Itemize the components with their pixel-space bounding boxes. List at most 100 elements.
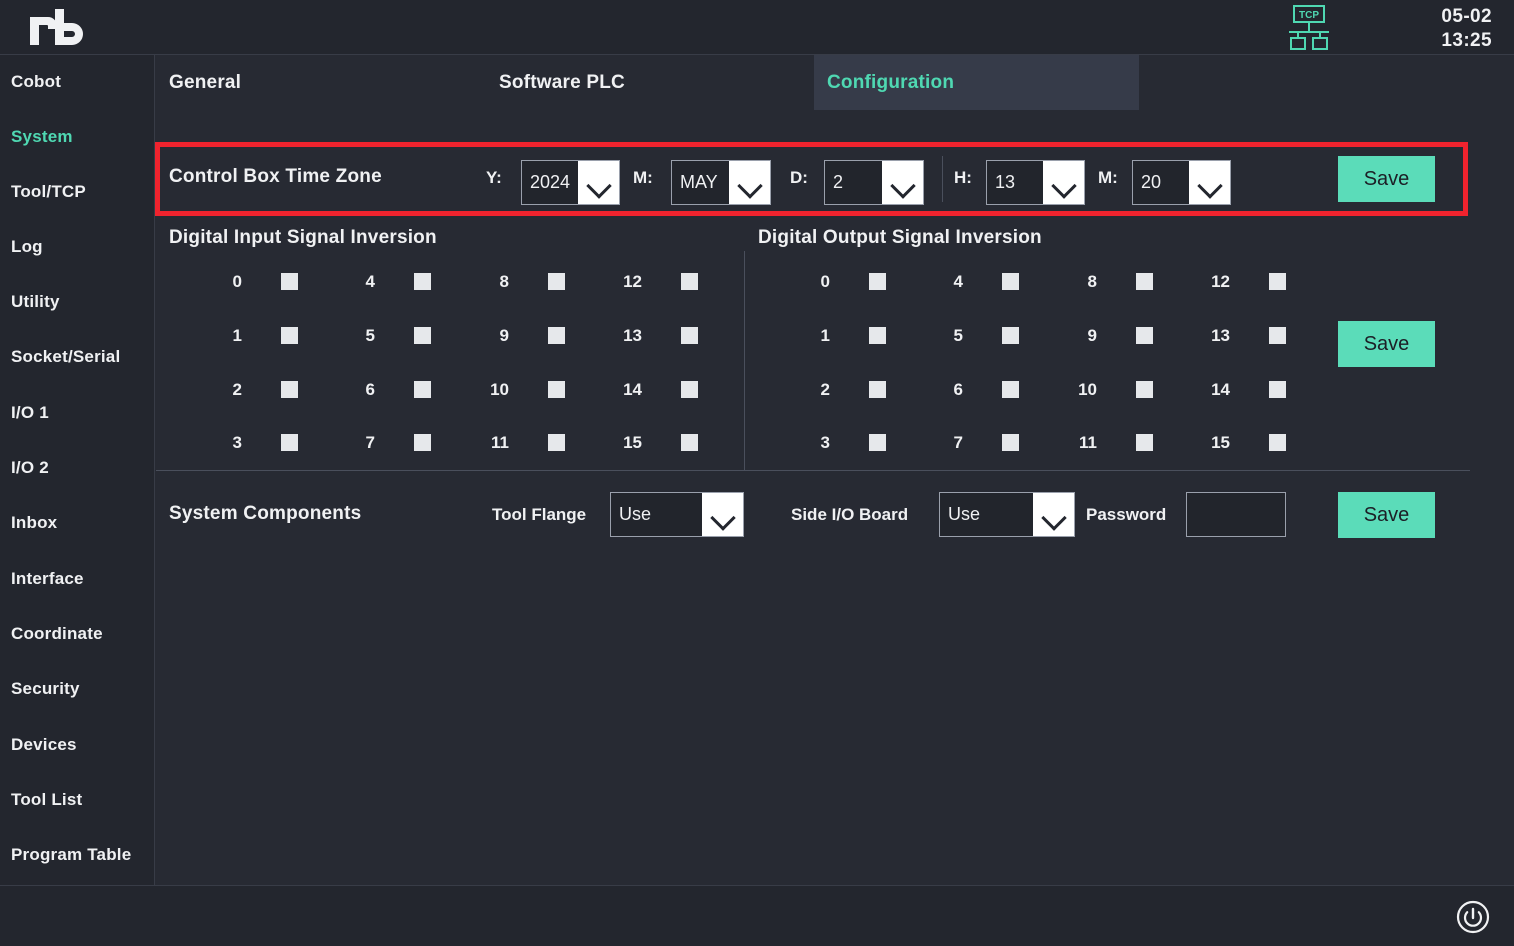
svg-text:TCP: TCP xyxy=(1299,10,1319,21)
tool-flange-dropdown[interactable]: Use xyxy=(610,492,744,537)
do-checkbox-12[interactable] xyxy=(1269,273,1286,290)
do-checkbox-7[interactable] xyxy=(1002,434,1019,451)
sidebar-item-log[interactable]: Log xyxy=(11,237,43,257)
year-dropdown[interactable]: 2024 xyxy=(521,160,620,205)
di-label-7: 7 xyxy=(365,433,375,452)
sidebar-item-io-1[interactable]: I/O 1 xyxy=(11,403,49,423)
tab-bar: General Software PLC Configuration xyxy=(156,55,1514,110)
tab-software-plc[interactable]: Software PLC xyxy=(486,55,814,110)
di-checkbox-13[interactable] xyxy=(681,327,698,344)
power-icon[interactable] xyxy=(1455,899,1491,935)
day-label: D: xyxy=(790,168,808,187)
minute-label: M: xyxy=(1098,168,1118,187)
password-field[interactable] xyxy=(1186,492,1286,537)
sidebar-item-socket-serial[interactable]: Socket/Serial xyxy=(11,347,120,367)
minute-dropdown[interactable]: 20 xyxy=(1132,160,1231,205)
di-checkbox-8[interactable] xyxy=(548,273,565,290)
do-checkbox-8[interactable] xyxy=(1136,273,1153,290)
di-label-0: 0 xyxy=(232,272,242,291)
day-value: 2 xyxy=(825,161,882,204)
do-checkbox-10[interactable] xyxy=(1136,381,1153,398)
di-label-15: 15 xyxy=(623,433,642,452)
save-system-components-button[interactable]: Save xyxy=(1338,492,1435,538)
clock-time: 13:25 xyxy=(1441,30,1492,51)
di-label-11: 11 xyxy=(491,433,509,452)
di-checkbox-6[interactable] xyxy=(414,381,431,398)
sidebar-item-coordinate[interactable]: Coordinate xyxy=(11,624,103,644)
do-label-14: 14 xyxy=(1211,380,1230,399)
side-io-board-dropdown[interactable]: Use xyxy=(939,492,1075,537)
di-label-9: 9 xyxy=(499,326,509,345)
top-bar: TCP 05-02 13:25 xyxy=(0,0,1514,55)
do-checkbox-11[interactable] xyxy=(1136,434,1153,451)
tcp-network-icon[interactable]: TCP xyxy=(1281,5,1337,51)
do-checkbox-9[interactable] xyxy=(1136,327,1153,344)
sidebar-item-tool-tcp[interactable]: Tool/TCP xyxy=(11,182,86,202)
day-dropdown[interactable]: 2 xyxy=(824,160,924,205)
sidebar-item-cobot[interactable]: Cobot xyxy=(11,72,61,92)
do-label-8: 8 xyxy=(1087,272,1097,291)
save-io-inversion-button[interactable]: Save xyxy=(1338,321,1435,367)
do-label-2: 2 xyxy=(820,380,830,399)
do-checkbox-13[interactable] xyxy=(1269,327,1286,344)
do-checkbox-0[interactable] xyxy=(869,273,886,290)
di-checkbox-10[interactable] xyxy=(548,381,565,398)
sidebar-item-io-2[interactable]: I/O 2 xyxy=(11,458,49,478)
di-checkbox-15[interactable] xyxy=(681,434,698,451)
sidebar-item-system[interactable]: System xyxy=(11,127,73,147)
di-checkbox-1[interactable] xyxy=(281,327,298,344)
sidebar-item-program-table[interactable]: Program Table xyxy=(11,845,131,865)
do-label-11: 11 xyxy=(1079,433,1097,452)
side-io-board-label: Side I/O Board xyxy=(791,505,909,524)
chevron-down-icon[interactable] xyxy=(702,493,743,536)
tab-general[interactable]: General xyxy=(156,55,486,110)
do-checkbox-4[interactable] xyxy=(1002,273,1019,290)
chevron-down-icon[interactable] xyxy=(578,161,619,204)
sidebar-item-utility[interactable]: Utility xyxy=(11,292,60,312)
chevron-down-icon[interactable] xyxy=(1043,161,1084,204)
clock: 05-02 13:25 xyxy=(1441,5,1492,53)
sidebar-item-devices[interactable]: Devices xyxy=(11,735,77,755)
chevron-down-icon[interactable] xyxy=(1033,493,1074,536)
di-checkbox-0[interactable] xyxy=(281,273,298,290)
di-checkbox-12[interactable] xyxy=(681,273,698,290)
do-label-3: 3 xyxy=(820,433,830,452)
sidebar-item-interface[interactable]: Interface xyxy=(11,569,84,589)
do-label-5: 5 xyxy=(953,326,963,345)
chevron-down-icon[interactable] xyxy=(729,161,770,204)
chevron-down-icon[interactable] xyxy=(1189,161,1230,204)
di-checkbox-11[interactable] xyxy=(548,434,565,451)
di-checkbox-9[interactable] xyxy=(548,327,565,344)
chevron-down-icon[interactable] xyxy=(882,161,923,204)
do-label-9: 9 xyxy=(1087,326,1097,345)
di-checkbox-5[interactable] xyxy=(414,327,431,344)
do-label-12: 12 xyxy=(1211,272,1230,291)
di-label-12: 12 xyxy=(623,272,642,291)
di-checkbox-14[interactable] xyxy=(681,381,698,398)
do-checkbox-3[interactable] xyxy=(869,434,886,451)
di-checkbox-2[interactable] xyxy=(281,381,298,398)
do-checkbox-14[interactable] xyxy=(1269,381,1286,398)
di-checkbox-3[interactable] xyxy=(281,434,298,451)
do-checkbox-2[interactable] xyxy=(869,381,886,398)
do-checkbox-5[interactable] xyxy=(1002,327,1019,344)
do-checkbox-6[interactable] xyxy=(1002,381,1019,398)
control-box-time-zone-row: Control Box Time Zone Y: 2024 M: MAY D: … xyxy=(156,142,1469,216)
di-checkbox-4[interactable] xyxy=(414,273,431,290)
save-timezone-button[interactable]: Save xyxy=(1338,156,1435,202)
month-value: MAY xyxy=(672,161,729,204)
di-label-3: 3 xyxy=(232,433,242,452)
month-dropdown[interactable]: MAY xyxy=(671,160,771,205)
do-checkbox-1[interactable] xyxy=(869,327,886,344)
do-checkbox-15[interactable] xyxy=(1269,434,1286,451)
do-label-15: 15 xyxy=(1211,433,1230,452)
sidebar-item-security[interactable]: Security xyxy=(11,679,80,699)
hour-dropdown[interactable]: 13 xyxy=(986,160,1085,205)
do-label-7: 7 xyxy=(953,433,963,452)
sidebar-item-tool-list[interactable]: Tool List xyxy=(11,790,82,810)
sidebar-item-inbox[interactable]: Inbox xyxy=(11,513,57,533)
bottom-bar xyxy=(0,885,1514,946)
tab-configuration[interactable]: Configuration xyxy=(814,55,1139,110)
di-checkbox-7[interactable] xyxy=(414,434,431,451)
tool-flange-value: Use xyxy=(611,493,702,536)
